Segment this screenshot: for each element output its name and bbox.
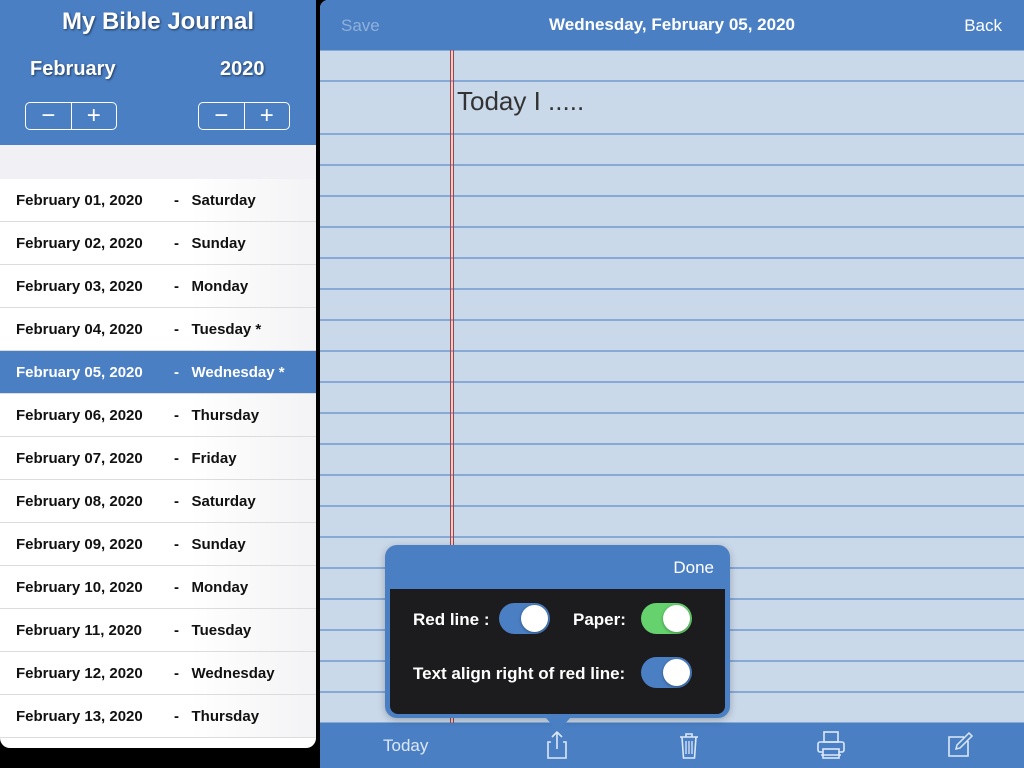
toggle-knob bbox=[521, 605, 548, 632]
weekday-text: Saturday bbox=[191, 191, 256, 209]
date-row[interactable]: February 02, 2020- Sunday bbox=[0, 222, 316, 265]
date-row[interactable]: February 11, 2020- Tuesday bbox=[0, 609, 316, 652]
date-row[interactable]: February 12, 2020- Wednesday bbox=[0, 652, 316, 695]
date-row[interactable]: February 13, 2020- Thursday bbox=[0, 695, 316, 738]
toggle-knob bbox=[663, 605, 690, 632]
date-text: February 11, 2020 bbox=[16, 621, 142, 639]
weekday-text: Wednesday * bbox=[191, 363, 285, 381]
date-text: February 05, 2020 bbox=[16, 363, 143, 381]
back-button[interactable]: Back bbox=[964, 16, 1002, 36]
year-decrement-button[interactable]: − bbox=[199, 103, 244, 129]
date-text: February 04, 2020 bbox=[16, 320, 143, 338]
today-button[interactable]: Today bbox=[383, 736, 428, 756]
weekday-text: Saturday bbox=[191, 492, 256, 510]
weekday-text: Tuesday bbox=[191, 621, 252, 639]
sidebar-header: My Bible Journal February 2020 − + − + bbox=[0, 0, 316, 145]
text-align-label: Text align right of red line: bbox=[413, 664, 626, 683]
date-row[interactable]: February 08, 2020- Saturday bbox=[0, 480, 316, 523]
month-stepper: − + bbox=[25, 102, 117, 130]
date-row[interactable]: February 04, 2020- Tuesday * bbox=[0, 308, 316, 351]
red-line-label: Red line : bbox=[413, 610, 490, 629]
sidebar: My Bible Journal February 2020 − + − + F… bbox=[0, 0, 316, 748]
year-label: 2020 bbox=[220, 58, 265, 80]
done-button[interactable]: Done bbox=[673, 558, 714, 578]
bottom-toolbar: Today bbox=[320, 723, 1024, 768]
date-row[interactable]: February 03, 2020- Monday bbox=[0, 265, 316, 308]
date-text: February 08, 2020 bbox=[16, 492, 143, 510]
date-text: February 12, 2020 bbox=[16, 664, 143, 682]
journal-text-area[interactable]: Today I ..... bbox=[457, 86, 584, 117]
trash-icon[interactable] bbox=[673, 729, 705, 761]
date-text: February 03, 2020 bbox=[16, 277, 143, 295]
red-line-toggle[interactable] bbox=[499, 603, 550, 634]
date-row[interactable]: February 07, 2020- Friday bbox=[0, 437, 316, 480]
weekday-text: Monday bbox=[191, 578, 249, 596]
page-title: Wednesday, February 05, 2020 bbox=[549, 15, 795, 34]
date-row[interactable]: February 09, 2020- Sunday bbox=[0, 523, 316, 566]
weekday-text: Friday bbox=[191, 449, 237, 467]
weekday-text: Tuesday * bbox=[191, 320, 262, 338]
weekday-text: Sunday bbox=[191, 535, 246, 553]
weekday-text: Monday bbox=[191, 277, 249, 295]
text-align-toggle[interactable] bbox=[641, 657, 692, 688]
list-header-spacer bbox=[0, 145, 316, 180]
compose-icon[interactable] bbox=[944, 729, 976, 761]
settings-panel: Red line : Paper: Text align right of re… bbox=[390, 589, 725, 714]
date-text: February 09, 2020 bbox=[16, 535, 143, 553]
date-text: February 06, 2020 bbox=[16, 406, 143, 424]
print-icon[interactable] bbox=[815, 729, 847, 761]
year-stepper: − + bbox=[198, 102, 290, 130]
navigation-bar: Save Wednesday, February 05, 2020 Back bbox=[320, 0, 1024, 50]
date-row[interactable]: February 06, 2020- Thursday bbox=[0, 394, 316, 437]
date-row[interactable]: February 10, 2020- Monday bbox=[0, 566, 316, 609]
date-text: February 10, 2020 bbox=[16, 578, 143, 596]
share-icon[interactable] bbox=[541, 729, 573, 761]
year-increment-button[interactable]: + bbox=[243, 103, 290, 129]
paper-toggle[interactable] bbox=[641, 603, 692, 634]
weekday-text: Wednesday bbox=[191, 664, 275, 682]
month-increment-button[interactable]: + bbox=[70, 103, 117, 129]
toggle-knob bbox=[663, 659, 690, 686]
paper-label: Paper: bbox=[573, 610, 626, 629]
weekday-text: Thursday bbox=[191, 406, 260, 424]
app-title: My Bible Journal bbox=[61, 8, 255, 35]
settings-popover: Done Red line : Paper: Text align right … bbox=[385, 545, 730, 718]
date-text: February 07, 2020 bbox=[16, 449, 143, 467]
weekday-text: Thursday bbox=[191, 707, 260, 725]
date-row-selected[interactable]: February 05, 2020- Wednesday * bbox=[0, 351, 316, 394]
date-text: February 13, 2020 bbox=[16, 707, 143, 725]
month-label: February bbox=[30, 58, 116, 80]
date-text: February 01, 2020 bbox=[16, 191, 143, 209]
date-row[interactable]: February 01, 2020- Saturday bbox=[0, 179, 316, 222]
date-list: February 01, 2020- Saturday February 02,… bbox=[0, 179, 316, 738]
date-text: February 02, 2020 bbox=[16, 234, 143, 252]
weekday-text: Sunday bbox=[191, 234, 246, 252]
month-decrement-button[interactable]: − bbox=[26, 103, 71, 129]
popover-arrow bbox=[546, 718, 570, 732]
